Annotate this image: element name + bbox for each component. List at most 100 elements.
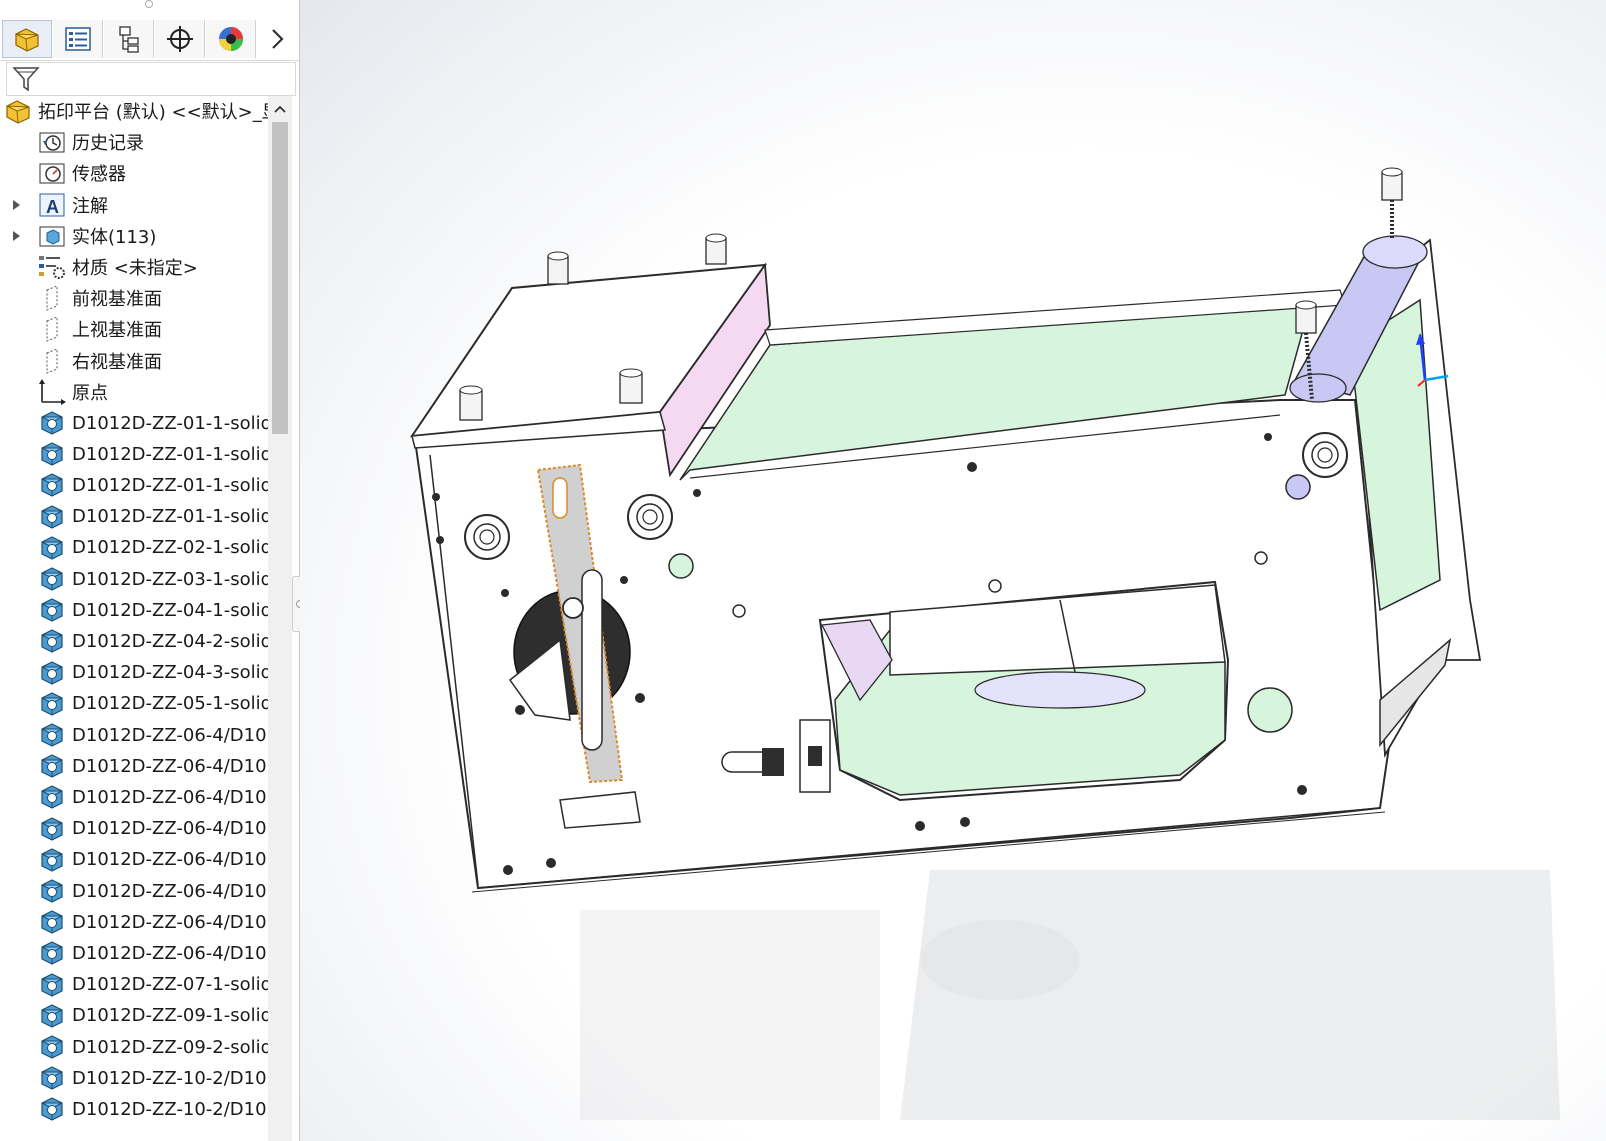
tree-item-label: 注解	[72, 195, 108, 217]
part-icon	[38, 721, 66, 749]
tree-item-label: D1012D-ZZ-01-1-solid	[72, 474, 273, 496]
tree-item-label: D1012D-ZZ-06-4/D101	[72, 911, 276, 933]
tree-item-label: D1012D-ZZ-04-3-solid	[72, 662, 273, 684]
tree-item[interactable]: D1012D-ZZ-06-4/D101	[0, 845, 276, 875]
tree-item[interactable]: D1012D-ZZ-04-1-solid	[0, 595, 276, 625]
annotation-icon: A	[38, 191, 66, 219]
tree-item-label: D1012D-ZZ-01-1-solid	[72, 443, 273, 465]
tree-item-label: D1012D-ZZ-06-4/D101	[72, 818, 276, 840]
tree-item-label: 上视基准面	[72, 320, 162, 342]
expand-arrow-icon[interactable]	[10, 199, 22, 211]
part-icon	[38, 846, 66, 874]
part-icon	[38, 1033, 66, 1061]
tree-item[interactable]: D1012D-ZZ-06-4/D101	[0, 751, 276, 781]
tree-item[interactable]: D1012D-ZZ-04-3-solid	[0, 658, 276, 688]
tree-item-label: 右视基准面	[72, 351, 162, 373]
dimxpert-manager-icon	[166, 26, 193, 52]
sensor-icon	[38, 159, 66, 187]
tree-scrollbar[interactable]	[268, 96, 292, 1141]
feature-tree: 拓印平台 (默认) <<默认>_显示历史记录传感器 A 注解实体(113) 材质 <未…	[0, 96, 276, 1141]
tree-item-label: 前视基准面	[72, 289, 162, 311]
tree-item[interactable]: 右视基准面	[0, 346, 276, 376]
tree-item[interactable]: 原点	[0, 377, 276, 407]
tree-item-label: D1012D-ZZ-06-4/D101	[72, 942, 276, 964]
dimxpert-manager-tab[interactable]	[155, 20, 205, 58]
part-icon	[38, 627, 66, 655]
tree-item-label: D1012D-ZZ-06-4/D101	[72, 724, 276, 746]
tree-item[interactable]: 实体(113)	[0, 221, 276, 251]
tree-item[interactable]: 上视基准面	[0, 314, 276, 344]
tree-item[interactable]: D1012D-ZZ-03-1-solid	[0, 564, 276, 594]
tree-item[interactable]: 材质 <未指定>	[0, 252, 276, 282]
tree-item[interactable]: D1012D-ZZ-01-1-solid	[0, 439, 276, 469]
tree-item-label: D1012D-ZZ-04-1-solid	[72, 599, 273, 621]
plane-icon	[38, 347, 66, 375]
property-manager-tab[interactable]	[53, 20, 103, 58]
part-icon	[38, 503, 66, 531]
tree-item[interactable]: D1012D-ZZ-09-1-solid	[0, 1001, 276, 1031]
graphics-viewport[interactable]	[300, 0, 1606, 1141]
tree-item-label: 材质 <未指定>	[72, 258, 198, 279]
tree-item-label: 原点	[72, 382, 108, 404]
tree-item-label: D1012D-ZZ-03-1-solid	[72, 568, 273, 590]
tree-item[interactable]: D1012D-ZZ-10-2/D101	[0, 1094, 276, 1124]
tree-root-label: 拓印平台 (默认) <<默认>_显示	[38, 102, 276, 123]
tree-item-label: 实体(113)	[72, 226, 157, 248]
tree-item[interactable]: D1012D-ZZ-06-4/D101	[0, 876, 276, 906]
solid-bodies-icon	[38, 222, 66, 250]
part-icon	[38, 1095, 66, 1123]
tree-item[interactable]: D1012D-ZZ-01-1-solid	[0, 408, 276, 438]
material-icon	[38, 253, 66, 281]
origin-icon	[38, 378, 66, 406]
tree-item[interactable]: D1012D-ZZ-01-1-solid	[0, 502, 276, 532]
tree-item[interactable]: D1012D-ZZ-02-1-solid	[0, 533, 276, 563]
tree-filter-field[interactable]	[6, 62, 296, 96]
manager-tabs-toolbar	[0, 18, 300, 61]
part-icon	[38, 471, 66, 499]
part-icon	[38, 1064, 66, 1092]
part-icon	[38, 565, 66, 593]
tree-item[interactable]: D1012D-ZZ-07-1-solid	[0, 970, 276, 1000]
part-icon	[38, 409, 66, 437]
more-tabs-button[interactable]	[257, 20, 297, 58]
tree-item-label: D1012D-ZZ-01-1-solid	[72, 412, 273, 434]
tree-item[interactable]: D1012D-ZZ-04-2-solid	[0, 626, 276, 656]
svg-text:A: A	[46, 197, 59, 217]
part-icon	[38, 783, 66, 811]
assembly-model[interactable]	[300, 0, 1606, 1141]
tree-root-assembly[interactable]: 拓印平台 (默认) <<默认>_显示	[0, 96, 276, 126]
tree-item-label: D1012D-ZZ-09-1-solid	[72, 1005, 273, 1027]
display-manager-tab[interactable]	[206, 20, 256, 58]
tree-item[interactable]: D1012D-ZZ-05-1-solid	[0, 689, 276, 719]
panel-grip-dot[interactable]	[145, 0, 153, 8]
tree-item-label: D1012D-ZZ-05-1-solid	[72, 693, 273, 715]
part-icon	[38, 690, 66, 718]
tree-item[interactable]: A 注解	[0, 190, 276, 220]
configuration-manager-tab[interactable]	[104, 20, 154, 58]
tree-item[interactable]: 前视基准面	[0, 283, 276, 313]
tree-item[interactable]: D1012D-ZZ-06-4/D101	[0, 938, 276, 968]
scroll-up-button[interactable]	[268, 96, 292, 122]
part-icon	[38, 534, 66, 562]
part-icon	[38, 815, 66, 843]
tree-item[interactable]: D1012D-ZZ-10-2/D101	[0, 1063, 276, 1093]
tree-item[interactable]: D1012D-ZZ-01-1-solid	[0, 470, 276, 500]
floor-reflection	[580, 870, 1560, 1120]
expand-arrow-icon[interactable]	[10, 230, 22, 242]
tree-item-label: D1012D-ZZ-09-2-solid	[72, 1036, 273, 1058]
part-icon	[38, 1002, 66, 1030]
tree-item[interactable]: D1012D-ZZ-06-4/D101	[0, 814, 276, 844]
part-icon	[38, 752, 66, 780]
tree-item[interactable]: D1012D-ZZ-09-2-solid	[0, 1032, 276, 1062]
tree-item-label: 历史记录	[72, 133, 144, 155]
feature-manager-icon	[15, 28, 39, 52]
tree-item[interactable]: 传感器	[0, 158, 276, 188]
feature-manager-tab[interactable]	[2, 20, 52, 58]
scroll-thumb[interactable]	[272, 122, 288, 434]
tree-item[interactable]: D1012D-ZZ-06-4/D101	[0, 720, 276, 750]
filter-funnel-icon[interactable]	[11, 64, 41, 94]
tree-item[interactable]: D1012D-ZZ-06-4/D101	[0, 907, 276, 937]
tree-item[interactable]: D1012D-ZZ-06-4/D101	[0, 782, 276, 812]
assembly-icon	[4, 97, 32, 125]
tree-item[interactable]: 历史记录	[0, 127, 276, 157]
